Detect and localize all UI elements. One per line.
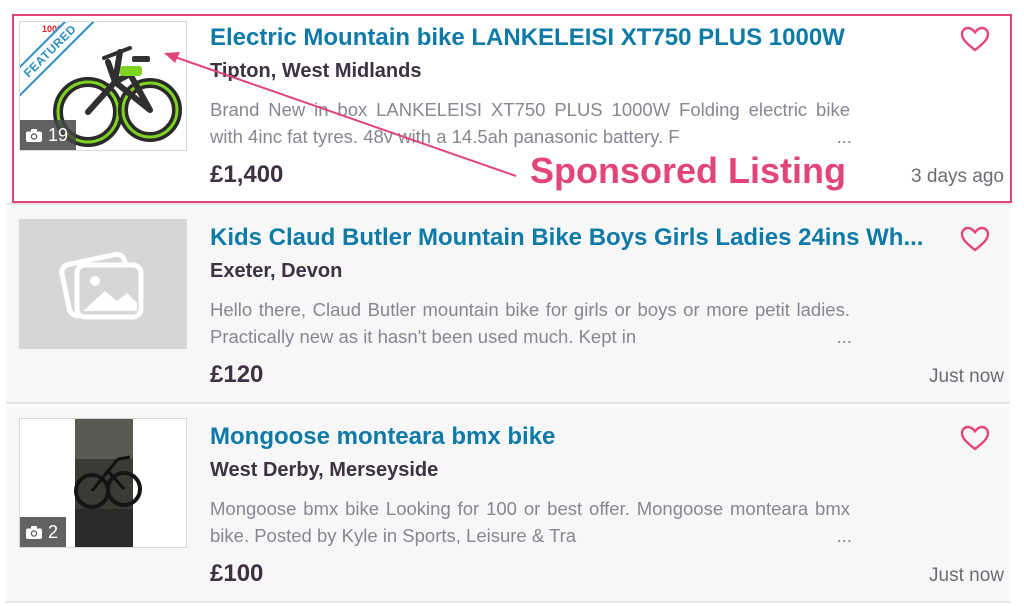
listing-thumbnail[interactable]	[19, 219, 187, 349]
description-ellipsis: ...	[796, 323, 852, 350]
row-divider	[6, 402, 1010, 404]
listing-description-text: Brand New in box LANKELEISI XT750 PLUS 1…	[210, 99, 850, 147]
image-placeholder-icon	[19, 219, 187, 349]
sponsored-listing-annotation: Sponsored Listing	[530, 150, 847, 191]
listing-location: Exeter, Devon	[210, 260, 343, 282]
listing-price: £1,400	[210, 161, 284, 188]
heart-outline-icon[interactable]	[960, 425, 990, 451]
listing-posted-time: Just now	[929, 565, 1004, 586]
photo-count-label: 19	[48, 124, 69, 145]
row-divider	[6, 601, 1010, 603]
description-ellipsis: ...	[796, 522, 852, 549]
camera-icon	[26, 525, 42, 539]
row-divider	[6, 203, 1010, 205]
heart-outline-icon[interactable]	[960, 26, 990, 52]
listing-price: £100	[210, 560, 264, 587]
listing-description-text: Mongoose bmx bike Looking for 100 or bes…	[210, 498, 850, 546]
heart-outline-icon[interactable]	[960, 226, 990, 252]
listing-posted-time: Just now	[929, 366, 1004, 387]
listing-posted-time: 3 days ago	[911, 166, 1004, 187]
listing-thumbnail[interactable]: 2	[19, 418, 187, 548]
photo-count-badge: 2	[20, 517, 67, 547]
camera-icon	[26, 128, 42, 142]
listing-thumbnail[interactable]: 1000 FEATURED 19	[19, 21, 187, 151]
listing-card[interactable]: 2 Mongoose monteara bmx bike West Derby,…	[6, 407, 1010, 601]
photo-count-label: 2	[48, 521, 59, 542]
listing-location: West Derby, Merseyside	[210, 459, 439, 481]
listing-title[interactable]: Electric Mountain bike LANKELEISI XT750 …	[210, 24, 845, 52]
listing-price: £120	[210, 361, 264, 388]
listing-description-text: Hello there, Claud Butler mountain bike …	[210, 299, 850, 347]
listing-description: Brand New in box LANKELEISI XT750 PLUS 1…	[210, 96, 852, 150]
listing-card[interactable]: Kids Claud Butler Mountain Bike Boys Gir…	[6, 208, 1010, 402]
listing-description: Mongoose bmx bike Looking for 100 or bes…	[210, 495, 852, 549]
listing-title[interactable]: Kids Claud Butler Mountain Bike Boys Gir…	[210, 224, 923, 252]
listing-card[interactable]: 1000 FEATURED 19 Electric Mountain bike …	[6, 8, 1010, 202]
listing-location: Tipton, West Midlands	[210, 60, 422, 82]
description-ellipsis: ...	[796, 123, 852, 150]
listing-description: Hello there, Claud Butler mountain bike …	[210, 296, 852, 350]
photo-count-badge: 19	[20, 120, 77, 150]
listing-title[interactable]: Mongoose monteara bmx bike	[210, 423, 555, 451]
